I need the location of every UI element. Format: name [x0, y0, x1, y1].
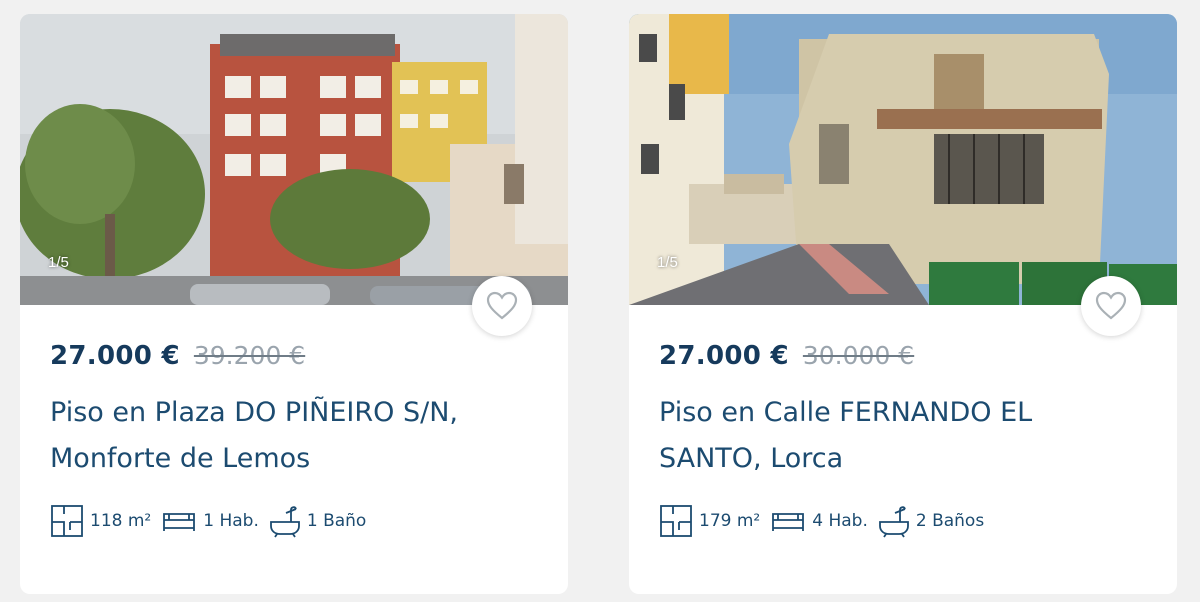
listing-title[interactable]: Piso en Calle FERNANDO EL SANTO, Lorca: [659, 390, 1139, 482]
feature-baths: 1 Baño: [269, 504, 366, 538]
baths-value: 2 Baños: [915, 511, 985, 531]
price: 27.000 €: [659, 341, 789, 371]
old-price: 39.200 €: [193, 341, 306, 370]
listing-photo[interactable]: 1/5: [629, 14, 1177, 305]
heart-outline-icon: [1095, 291, 1127, 320]
listing-photo[interactable]: 1/5: [20, 14, 568, 305]
rooms-value: 1 Hab.: [203, 511, 259, 531]
area-value: 118 m²: [90, 511, 152, 531]
photo-street-building: [20, 14, 568, 305]
photo-counter: 1/5: [657, 254, 678, 271]
features-row: 179 m² 4 Hab. 2 Baños: [659, 504, 1147, 538]
area-value: 179 m²: [699, 511, 761, 531]
feature-baths: 2 Baños: [878, 504, 984, 538]
photo-old-building: [629, 14, 1177, 305]
old-price: 30.000 €: [802, 341, 915, 370]
feature-area: 179 m²: [659, 504, 760, 538]
feature-rooms: 1 Hab.: [161, 510, 259, 532]
bathtub-icon: [269, 506, 300, 538]
rooms-value: 4 Hab.: [812, 511, 868, 531]
heart-outline-icon: [486, 291, 518, 320]
bed-icon: [163, 513, 196, 531]
favorite-button[interactable]: [1081, 276, 1141, 336]
favorite-button[interactable]: [472, 276, 532, 336]
price: 27.000 €: [50, 341, 180, 371]
bed-icon: [772, 513, 805, 531]
feature-rooms: 4 Hab.: [770, 510, 868, 532]
bathtub-icon: [878, 506, 909, 538]
baths-value: 1 Baño: [306, 511, 367, 531]
listing-card-1[interactable]: 1/5 27.000 € 39.200 € Piso en Plaza DO P…: [20, 14, 568, 594]
listing-title[interactable]: Piso en Plaza DO PIÑEIRO S/N, Monforte d…: [50, 390, 530, 482]
feature-area: 118 m²: [50, 504, 151, 538]
photo-counter: 1/5: [48, 254, 69, 271]
listing-card-2[interactable]: 1/5 27.000 € 30.000 € Piso en Calle FERN…: [629, 14, 1177, 594]
floorplan-icon: [660, 505, 692, 537]
floorplan-icon: [51, 505, 83, 537]
features-row: 118 m² 1 Hab. 1 Baño: [50, 504, 538, 538]
